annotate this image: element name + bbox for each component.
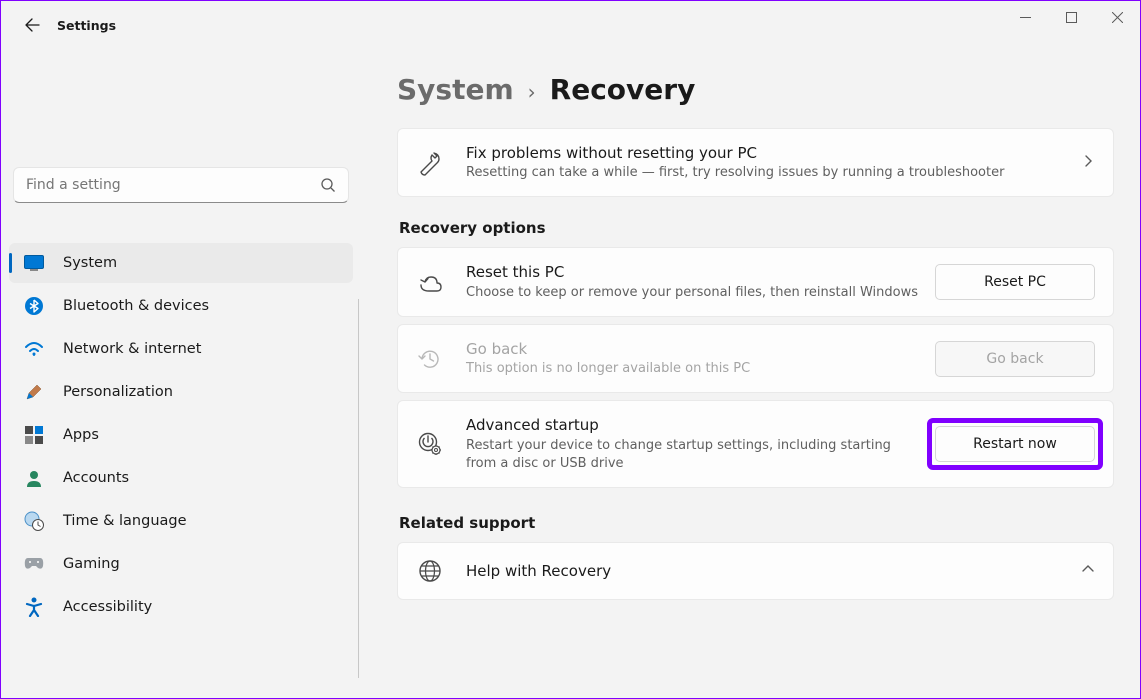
history-icon — [416, 345, 444, 373]
reset-icon — [416, 268, 444, 296]
fix-problems-card[interactable]: Fix problems without resetting your PC R… — [397, 128, 1114, 197]
search-icon — [320, 177, 336, 193]
nav-label: Bluetooth & devices — [63, 298, 209, 314]
nav-label: Time & language — [63, 513, 187, 529]
minimize-button[interactable] — [1002, 1, 1048, 33]
highlight-annotation: Restart now — [927, 418, 1103, 470]
search-input-wrap[interactable] — [13, 167, 349, 203]
app-title: Settings — [57, 18, 116, 33]
card-title: Go back — [466, 339, 923, 359]
power-gear-icon — [416, 430, 444, 458]
chevron-up-icon — [1081, 562, 1095, 576]
nav-label: System — [63, 255, 117, 271]
close-button[interactable] — [1094, 1, 1140, 33]
card-title: Advanced startup — [466, 415, 923, 435]
nav-list: System Bluetooth & devices Network & int… — [9, 243, 353, 627]
go-back-button: Go back — [935, 341, 1095, 377]
sidebar-item-accounts[interactable]: Accounts — [9, 458, 353, 498]
back-button[interactable] — [15, 8, 49, 42]
wifi-icon — [23, 338, 45, 360]
nav-label: Accessibility — [63, 599, 152, 615]
breadcrumb-current: Recovery — [550, 73, 696, 106]
card-title: Reset this PC — [466, 262, 923, 282]
go-back-card: Go back This option is no longer availab… — [397, 324, 1114, 393]
sidebar-item-gaming[interactable]: Gaming — [9, 544, 353, 584]
sidebar-item-apps[interactable]: Apps — [9, 415, 353, 455]
gamepad-icon — [23, 553, 45, 575]
nav-label: Apps — [63, 427, 99, 443]
breadcrumb: System › Recovery — [397, 73, 1114, 106]
card-title: Fix problems without resetting your PC — [466, 143, 1069, 163]
nav-label: Personalization — [63, 384, 173, 400]
main-content: System › Recovery Fix problems without r… — [361, 49, 1140, 698]
system-icon — [23, 252, 45, 274]
section-related-support: Related support — [399, 514, 1114, 532]
restart-now-button[interactable]: Restart now — [935, 426, 1095, 462]
paintbrush-icon — [23, 381, 45, 403]
arrow-left-icon — [24, 17, 40, 33]
breadcrumb-parent[interactable]: System — [397, 73, 514, 106]
sidebar: System Bluetooth & devices Network & int… — [1, 49, 361, 698]
chevron-right-icon — [1081, 154, 1095, 168]
advanced-startup-card: Advanced startup Restart your device to … — [397, 400, 1114, 488]
globe-icon — [416, 557, 444, 585]
sidebar-item-network[interactable]: Network & internet — [9, 329, 353, 369]
wrench-icon — [416, 149, 444, 177]
sidebar-scrollbar[interactable] — [358, 299, 359, 678]
clock-globe-icon — [23, 510, 45, 532]
card-desc: Resetting can take a while — first, try … — [466, 164, 1069, 182]
card-desc: Restart your device to change startup se… — [466, 437, 923, 473]
card-desc: Choose to keep or remove your personal f… — [466, 284, 923, 302]
reset-pc-card: Reset this PC Choose to keep or remove y… — [397, 247, 1114, 316]
nav-label: Gaming — [63, 556, 120, 572]
section-recovery-options: Recovery options — [399, 219, 1114, 237]
sidebar-item-personalization[interactable]: Personalization — [9, 372, 353, 412]
help-recovery-card[interactable]: Help with Recovery — [397, 542, 1114, 600]
title-bar: Settings — [1, 1, 1140, 49]
sidebar-item-time[interactable]: Time & language — [9, 501, 353, 541]
sidebar-item-bluetooth[interactable]: Bluetooth & devices — [9, 286, 353, 326]
apps-icon — [23, 424, 45, 446]
nav-label: Network & internet — [63, 341, 201, 357]
person-icon — [23, 467, 45, 489]
window-controls — [1002, 1, 1140, 33]
search-input[interactable] — [26, 177, 320, 193]
sidebar-item-accessibility[interactable]: Accessibility — [9, 587, 353, 627]
accessibility-icon — [23, 596, 45, 618]
bluetooth-icon — [23, 295, 45, 317]
card-desc: This option is no longer available on th… — [466, 360, 923, 378]
card-title: Help with Recovery — [466, 561, 1069, 581]
maximize-button[interactable] — [1048, 1, 1094, 33]
sidebar-item-system[interactable]: System — [9, 243, 353, 283]
chevron-right-icon: › — [528, 80, 536, 104]
nav-label: Accounts — [63, 470, 129, 486]
reset-pc-button[interactable]: Reset PC — [935, 264, 1095, 300]
